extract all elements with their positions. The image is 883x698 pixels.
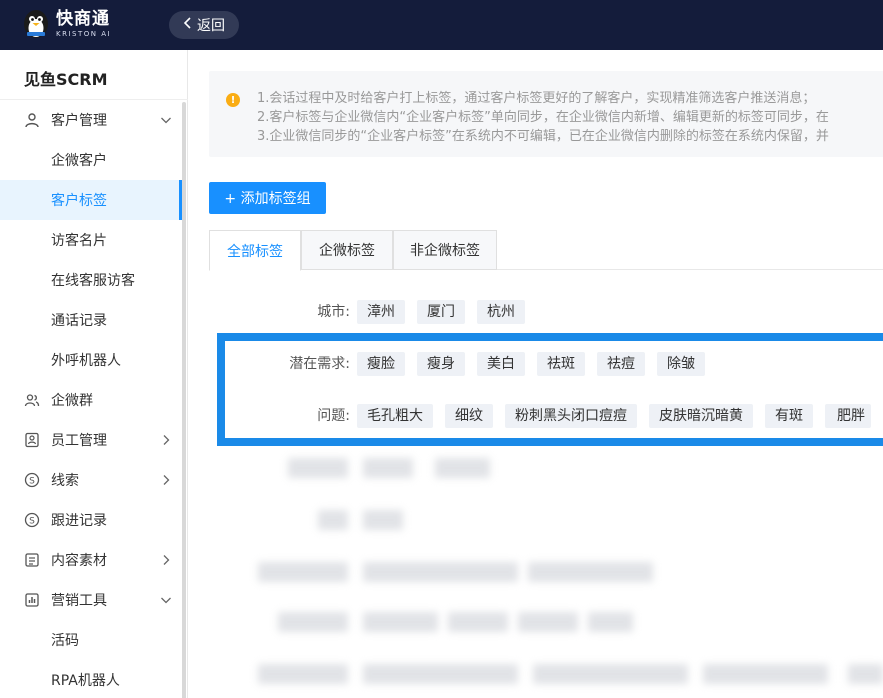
blurred-bar (363, 562, 518, 582)
svg-text:S: S (29, 517, 35, 527)
blurred-bar (258, 562, 348, 582)
chevron-right-icon (160, 434, 172, 446)
sidebar-item-visitor-cards[interactable]: 访客名片 (0, 220, 182, 260)
sidebar-item-label: 客户标签 (51, 193, 107, 209)
blurred-bar (528, 562, 653, 582)
sidebar-item-customer-tags[interactable]: 客户标签 (0, 180, 182, 220)
sidebar-item-content-materials[interactable]: 内容素材 (0, 540, 182, 580)
sidebar-item-clues[interactable]: S 线索 (0, 460, 182, 500)
back-button-label: 返回 (197, 18, 225, 34)
blurred-tag-rows (188, 450, 883, 698)
blurred-bar (258, 664, 348, 684)
blurred-bar (448, 612, 508, 632)
tab-non-wecom-tags[interactable]: 非企微标签 (393, 230, 497, 270)
back-button[interactable]: 返回 (169, 11, 239, 39)
sidebar-scrollbar[interactable] (182, 102, 186, 698)
logo-title: 快商通 (56, 8, 110, 29)
notice-line-3: 3.企业微信同步的“企业客户标签”在系统内不可编辑，已在企业微信内删除的标签在系… (257, 129, 829, 144)
blurred-bar (703, 664, 828, 684)
employee-icon (24, 432, 40, 448)
tag-item[interactable]: 漳州 (357, 300, 405, 324)
blurred-bar (848, 664, 883, 684)
app-logo: 快商通 KRISTON AI (22, 8, 111, 40)
add-tag-group-button[interactable]: + 添加标签组 (209, 182, 326, 214)
blurred-bar (435, 458, 490, 478)
sidebar-item-label: 内容素材 (51, 553, 107, 569)
tag-group-city: 城市: 漳州 厦门 杭州 (0, 300, 883, 324)
chart-icon (24, 592, 40, 608)
chevron-right-icon (160, 474, 172, 486)
sidebar-item-label: 访客名片 (51, 233, 107, 249)
user-icon (24, 112, 40, 128)
sidebar-item-label: 在线客服访客 (51, 273, 135, 289)
blurred-bar (288, 458, 348, 478)
blurred-bar (318, 510, 348, 530)
penguin-logo-icon (22, 8, 50, 40)
tag-tabs: 全部标签 企微标签 非企微标签 (209, 230, 883, 271)
sidebar-item-label: 客户管理 (51, 113, 107, 129)
clue-icon: S (24, 472, 40, 488)
notice-line-1: 1.会话过程中及时给客户打上标签，通过客户标签更好的了解客户，实现精准筛选客户推… (257, 91, 816, 106)
notice-line-2: 2.客户标签与企业微信内“企业客户标签”单向同步，在企业微信内新增、编辑更新的标… (257, 110, 829, 125)
sidebar-item-label: 活码 (51, 633, 79, 649)
tab-wecom-tags[interactable]: 企微标签 (301, 230, 393, 270)
highlight-frame (217, 333, 883, 446)
sidebar-item-label: 企微客户 (51, 153, 107, 169)
content-icon (24, 552, 40, 568)
tag-group-label: 城市: (317, 304, 350, 320)
sidebar-item-label: 员工管理 (51, 433, 107, 449)
tab-all-tags[interactable]: 全部标签 (209, 230, 301, 271)
blurred-bar (278, 612, 348, 632)
sidebar-item-wecom-customers[interactable]: 企微客户 (0, 140, 182, 180)
tag-item[interactable]: 厦门 (417, 300, 465, 324)
sidebar-item-rpa-robot[interactable]: RPA机器人 (0, 660, 182, 698)
notice-panel: ! 1.会话过程中及时给客户打上标签，通过客户标签更好的了解客户，实现精准筛选客… (209, 71, 883, 157)
top-header: 快商通 KRISTON AI 返回 (0, 0, 883, 50)
sidebar-item-customer-management[interactable]: 客户管理 (0, 100, 182, 140)
sidebar-item-live-code[interactable]: 活码 (0, 620, 182, 660)
chevron-left-icon (183, 17, 193, 33)
blurred-bar (363, 664, 518, 684)
sidebar-item-label: 跟进记录 (51, 513, 107, 529)
chevron-down-icon (160, 594, 172, 606)
tag-item[interactable]: 杭州 (477, 300, 525, 324)
sidebar-item-marketing-tools[interactable]: 营销工具 (0, 580, 182, 620)
blurred-bar (518, 612, 578, 632)
sidebar-brand: 见鱼SCRM (24, 70, 108, 89)
logo-subtitle: KRISTON AI (56, 29, 112, 38)
svg-text:S: S (29, 477, 35, 487)
blurred-bar (363, 510, 403, 530)
follow-icon: S (24, 512, 40, 528)
sidebar-item-label: 营销工具 (51, 593, 107, 609)
blurred-bar (363, 612, 438, 632)
blurred-bar (588, 612, 633, 632)
sidebar-item-follow-records[interactable]: S 跟进记录 (0, 500, 182, 540)
sidebar-item-label: 线索 (51, 473, 79, 489)
blurred-bar (363, 458, 413, 478)
blurred-bar (533, 664, 688, 684)
warning-icon: ! (226, 93, 240, 107)
chevron-down-icon (160, 114, 172, 126)
sidebar-item-online-visitors[interactable]: 在线客服访客 (0, 260, 182, 300)
sidebar-item-label: RPA机器人 (51, 673, 120, 689)
chevron-right-icon (160, 554, 172, 566)
